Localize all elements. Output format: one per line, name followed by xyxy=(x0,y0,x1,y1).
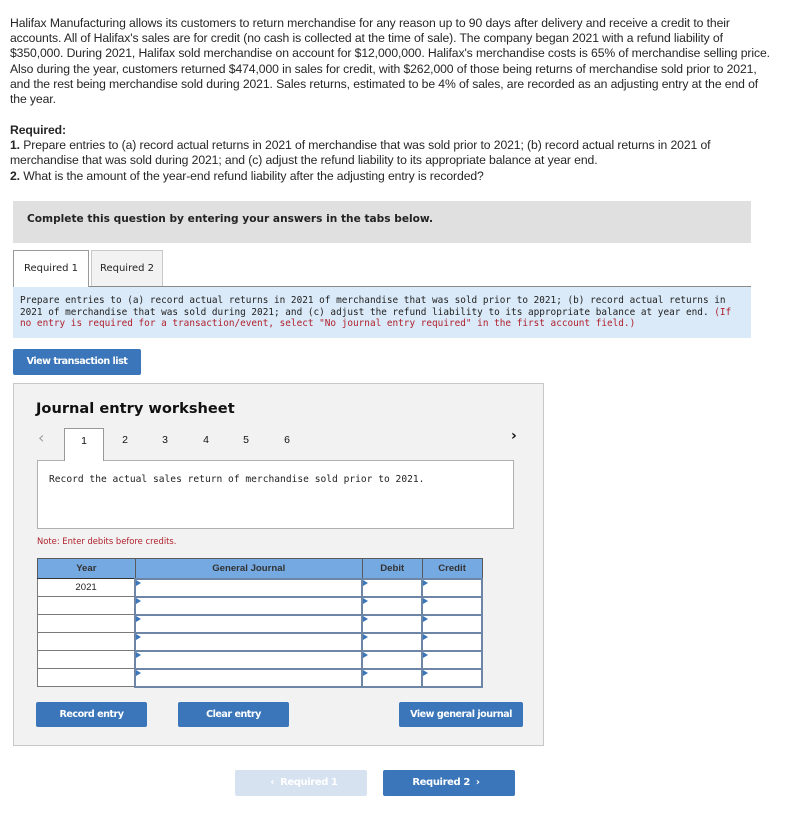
worksheet-step-3[interactable]: 3 xyxy=(145,428,185,460)
debit-input[interactable] xyxy=(361,595,424,616)
next-required-label: Required 2 xyxy=(412,777,470,788)
credit-input[interactable] xyxy=(421,649,483,670)
journal-row: 2021 xyxy=(37,577,483,598)
debit-input[interactable] xyxy=(361,649,424,670)
requirement-text: What is the amount of the year-end refun… xyxy=(19,168,484,183)
credit-input[interactable] xyxy=(421,613,483,634)
credit-input[interactable] xyxy=(421,631,483,652)
account-select[interactable] xyxy=(134,649,364,670)
prev-required-label: Required 1 xyxy=(280,777,338,788)
clear-entry-button[interactable]: Clear entry xyxy=(178,702,289,727)
next-required-button[interactable]: Required 2 › xyxy=(383,770,515,796)
journal-row xyxy=(37,667,483,688)
journal-row xyxy=(37,613,483,634)
journal-table-header: Year General Journal Debit Credit xyxy=(37,558,483,579)
year-cell xyxy=(37,614,136,633)
account-select[interactable] xyxy=(134,631,364,652)
requirements-header: Required: xyxy=(10,123,66,137)
debit-input[interactable] xyxy=(361,631,424,652)
record-entry-button[interactable]: Record entry xyxy=(36,702,147,727)
column-header-year: Year xyxy=(37,558,136,579)
chevron-right-icon[interactable]: › xyxy=(511,428,517,444)
worksheet-step-1[interactable]: 1 xyxy=(64,428,104,461)
year-cell xyxy=(37,650,136,669)
requirement-number: 2. xyxy=(10,168,20,183)
year-cell xyxy=(37,596,136,615)
worksheet-step-6[interactable]: 6 xyxy=(267,428,307,460)
account-select[interactable] xyxy=(134,667,364,688)
worksheet-title: Journal entry worksheet xyxy=(36,400,235,417)
worksheet-step-4[interactable]: 4 xyxy=(186,428,226,460)
credit-input[interactable] xyxy=(421,577,483,598)
debit-credit-note: Note: Enter debits before credits. xyxy=(37,536,177,546)
year-cell xyxy=(37,632,136,651)
column-header-debit: Debit xyxy=(361,558,423,579)
journal-row xyxy=(37,649,483,670)
step-description: Record the actual sales return of mercha… xyxy=(49,474,425,485)
credit-input[interactable] xyxy=(421,595,483,616)
journal-row xyxy=(37,631,483,652)
column-header-credit: Credit xyxy=(421,558,483,579)
journal-table: Year General Journal Debit Credit 2021 xyxy=(37,558,483,688)
instruction-bar: Complete this question by entering your … xyxy=(13,201,751,243)
credit-input[interactable] xyxy=(421,667,483,688)
chevron-left-icon[interactable]: ‹ xyxy=(38,428,44,447)
step-description-box: Record the actual sales return of mercha… xyxy=(37,460,514,529)
requirement-text: Prepare entries to (a) record actual ret… xyxy=(10,138,711,168)
problem-statement: Halifax Manufacturing allows its custome… xyxy=(10,16,770,107)
view-general-journal-button[interactable]: View general journal xyxy=(399,702,523,727)
debit-input[interactable] xyxy=(361,577,424,598)
year-cell: 2021 xyxy=(37,578,136,597)
instruction-text: Complete this question by entering your … xyxy=(27,213,434,225)
view-transaction-list-button[interactable]: View transaction list xyxy=(13,349,141,375)
requirements: Required: 1. Prepare entries to (a) reco… xyxy=(10,123,780,184)
prompt-text: Prepare entries to (a) record actual ret… xyxy=(20,295,726,318)
journal-row xyxy=(37,595,483,616)
requirement-number: 1. xyxy=(10,138,20,153)
worksheet-step-5[interactable]: 5 xyxy=(226,428,266,460)
journal-entry-worksheet: Journal entry worksheet ‹ 1 2 3 4 5 6 › … xyxy=(13,383,544,746)
year-cell xyxy=(37,668,136,687)
account-select[interactable] xyxy=(134,613,364,634)
tab-required-2[interactable]: Required 2 xyxy=(91,250,163,286)
tab-required-1[interactable]: Required 1 xyxy=(13,250,89,287)
chevron-left-icon: ‹ xyxy=(270,777,275,788)
account-select[interactable] xyxy=(134,595,364,616)
worksheet-step-2[interactable]: 2 xyxy=(105,428,145,460)
account-select[interactable] xyxy=(134,577,364,598)
debit-input[interactable] xyxy=(361,667,424,688)
requirement-2: 2. What is the amount of the year-end re… xyxy=(10,169,780,184)
chevron-right-icon: › xyxy=(475,777,480,788)
column-header-general-journal: General Journal xyxy=(134,558,363,579)
debit-input[interactable] xyxy=(361,613,424,634)
requirement-1: 1. Prepare entries to (a) record actual … xyxy=(10,138,780,168)
prev-required-button[interactable]: ‹ Required 1 xyxy=(235,770,367,796)
tab-prompt: Prepare entries to (a) record actual ret… xyxy=(13,286,751,338)
